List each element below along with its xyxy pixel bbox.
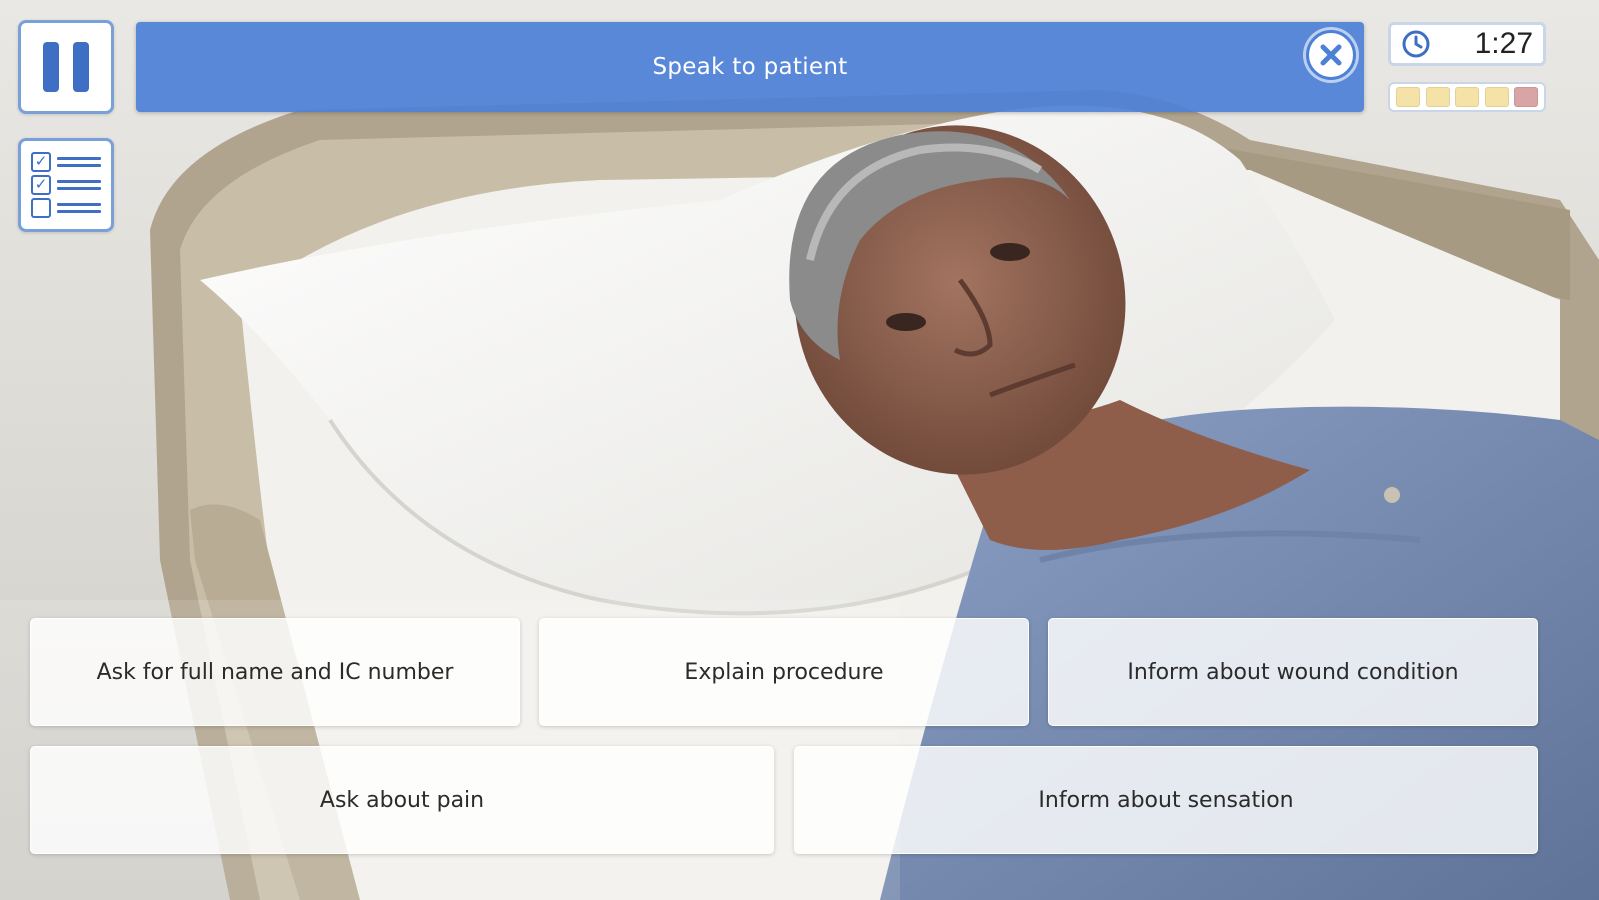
pause-icon	[43, 42, 59, 92]
score-slot	[1425, 87, 1450, 107]
score-slot	[1455, 87, 1479, 107]
score-indicator	[1388, 82, 1546, 112]
checklist-icon-row: ✓	[31, 174, 101, 196]
timer: 1:27	[1388, 22, 1546, 66]
checklist-icon-row	[31, 197, 101, 219]
prompt-title: Speak to patient	[652, 54, 848, 80]
score-slot	[1396, 87, 1420, 107]
score-slot	[1484, 87, 1509, 107]
clock-icon	[1402, 30, 1430, 58]
checked-box-icon: ✓	[31, 174, 51, 195]
close-button[interactable]	[1306, 30, 1356, 80]
checklist-button[interactable]: ✓ ✓	[18, 138, 114, 232]
option-inform-wound-condition[interactable]: Inform about wound condition	[1048, 618, 1538, 726]
timer-value: 1:27	[1474, 27, 1533, 60]
option-inform-about-sensation[interactable]: Inform about sensation	[794, 746, 1538, 854]
pause-icon-bar	[73, 42, 89, 92]
score-slot	[1514, 87, 1538, 107]
prompt-banner: Speak to patient	[136, 22, 1364, 112]
empty-box-icon	[31, 198, 51, 219]
option-ask-full-name-ic[interactable]: Ask for full name and IC number	[30, 618, 520, 726]
checked-box-icon: ✓	[31, 151, 51, 172]
pause-button[interactable]	[18, 20, 114, 114]
checklist-icon: ✓	[31, 151, 101, 173]
option-ask-about-pain[interactable]: Ask about pain	[30, 746, 774, 854]
close-icon	[1320, 44, 1342, 66]
option-explain-procedure[interactable]: Explain procedure	[539, 618, 1029, 726]
